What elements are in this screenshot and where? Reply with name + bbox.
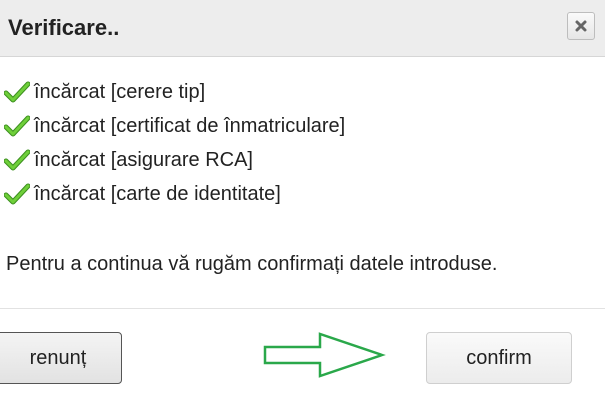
cancel-button[interactable]: renunț — [0, 332, 122, 384]
footer-divider — [0, 308, 605, 309]
close-icon — [574, 19, 588, 33]
confirm-button[interactable]: confirm — [426, 332, 572, 384]
check-item-label: încărcat [certificat de înmatriculare] — [34, 114, 346, 137]
list-item: încărcat [carte de identitate] — [3, 177, 345, 211]
check-item-label: încărcat [cerere tip] — [34, 80, 206, 103]
close-button[interactable] — [567, 12, 595, 40]
checkmark-icon — [3, 115, 31, 137]
checkmark-icon — [3, 149, 31, 171]
list-item: încărcat [certificat de înmatriculare] — [3, 109, 346, 143]
dialog-titlebar: Verificare.. — [0, 0, 605, 57]
list-item: încărcat [asigurare RCA] — [3, 143, 345, 177]
check-item-label: încărcat [asigurare RCA] — [34, 148, 253, 171]
check-item-label: încărcat [carte de identitate] — [34, 182, 281, 205]
verification-dialog: Verificare.. încărcat [cerere tip] încăr… — [0, 0, 605, 413]
dialog-title: Verificare.. — [8, 15, 120, 40]
checkmark-icon — [3, 183, 31, 205]
upload-status-list: încărcat [cerere tip] încărcat [certific… — [3, 75, 346, 211]
right-arrow-icon — [262, 330, 388, 385]
confirmation-message: Pentru a continua vă rugăm confirmați da… — [6, 253, 498, 275]
checkmark-icon — [3, 81, 31, 103]
dialog-content: încărcat [cerere tip] încărcat [certific… — [0, 57, 605, 309]
list-item: încărcat [cerere tip] — [3, 75, 345, 109]
